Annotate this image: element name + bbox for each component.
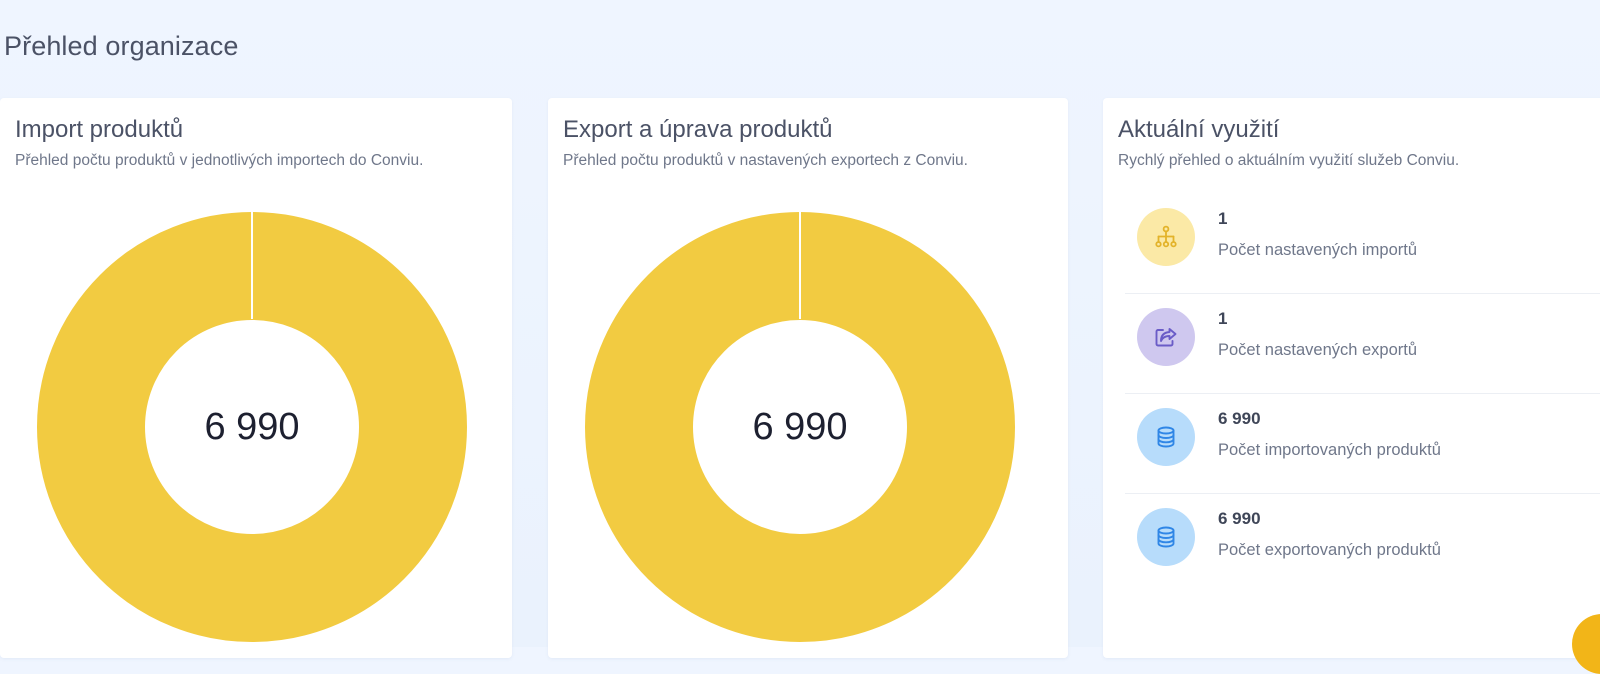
usage-label: Počet importovaných produktů: [1218, 441, 1441, 459]
usage-list: 1 Počet nastavených importů 1 Počet nast…: [1125, 194, 1600, 593]
usage-item-imported-products: 6 990 Počet importovaných produktů: [1125, 394, 1600, 494]
database-icon: [1137, 408, 1195, 466]
usage-value: 1: [1218, 209, 1228, 228]
usage-card-title: Aktuální využití: [1118, 116, 1280, 143]
export-card-title: Export a úprava produktů: [563, 116, 833, 143]
import-products-card: Import produktů Přehled počtu produktů v…: [0, 98, 512, 658]
import-donut-svg[interactable]: 6 990: [36, 211, 468, 643]
export-donut-total: 6 990: [752, 406, 847, 448]
import-card-subtitle: Přehled počtu produktů v jednotlivých im…: [15, 152, 424, 169]
import-donut-chart[interactable]: 6 990: [36, 211, 468, 643]
usage-value: 1: [1218, 309, 1228, 328]
export-donut-chart[interactable]: 6 990: [584, 211, 1016, 643]
usage-label: Počet exportovaných produktů: [1218, 541, 1441, 559]
export-products-card: Export a úprava produktů Přehled počtu p…: [548, 98, 1068, 658]
import-donut-total: 6 990: [204, 406, 299, 448]
export-donut-svg[interactable]: 6 990: [584, 211, 1016, 643]
share-icon: [1137, 308, 1195, 366]
sitemap-icon: [1137, 208, 1195, 266]
page-title: Přehled organizace: [4, 31, 239, 61]
usage-label: Počet nastavených importů: [1218, 241, 1418, 259]
usage-value: 6 990: [1218, 509, 1261, 528]
import-card-title: Import produktů: [15, 116, 184, 143]
usage-card-subtitle: Rychlý přehled o aktuálním využití služe…: [1118, 152, 1460, 169]
usage-label: Počet nastavených exportů: [1218, 341, 1418, 359]
usage-item-imports: 1 Počet nastavených importů: [1125, 194, 1600, 294]
usage-value: 6 990: [1218, 409, 1261, 428]
usage-item-exported-products: 6 990 Počet exportovaných produktů: [1125, 494, 1600, 593]
current-usage-card: Aktuální využití Rychlý přehled o aktuál…: [1103, 98, 1600, 658]
usage-item-exports: 1 Počet nastavených exportů: [1125, 294, 1600, 394]
database-icon: [1137, 508, 1195, 566]
export-card-subtitle: Přehled počtu produktů v nastavených exp…: [563, 152, 968, 169]
